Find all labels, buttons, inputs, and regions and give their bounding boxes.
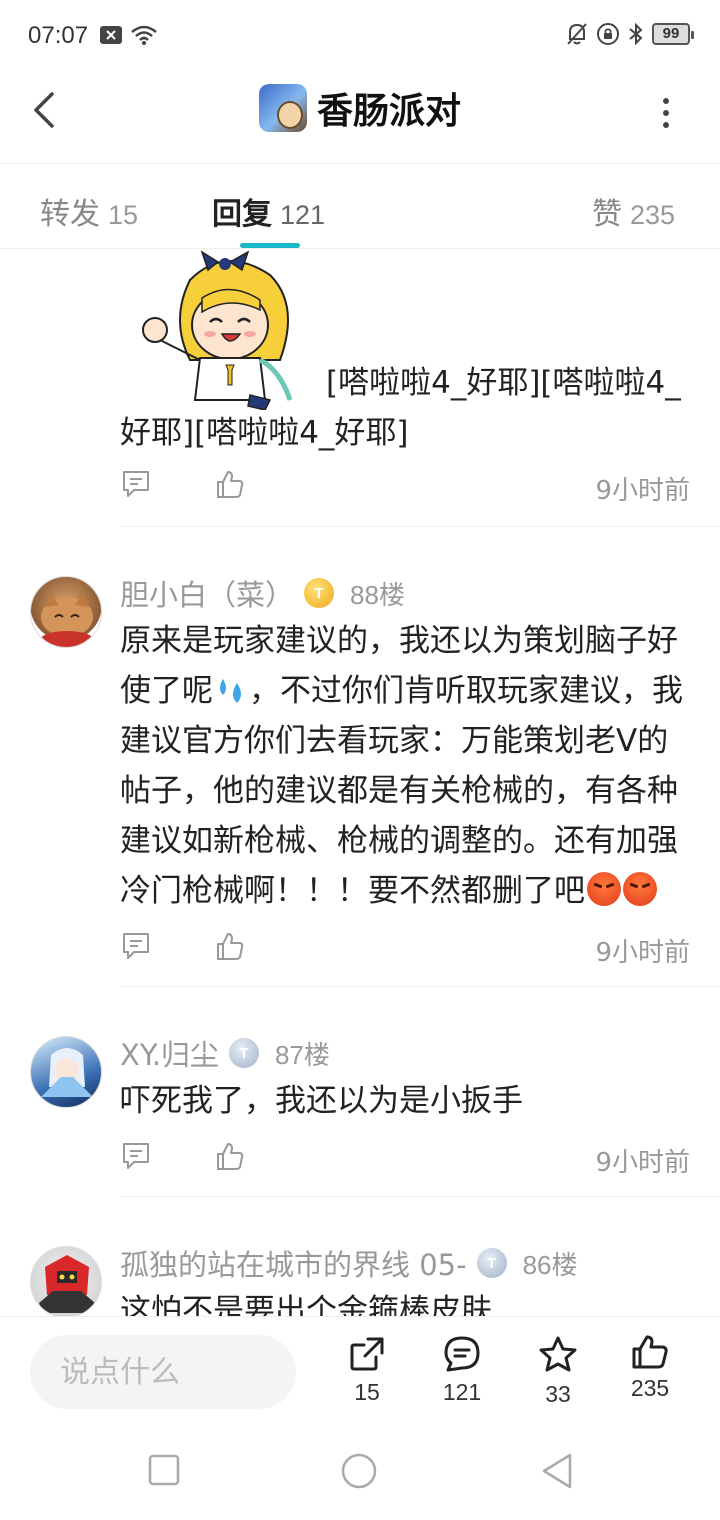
favorite-count: 33 — [545, 1381, 571, 1407]
mute-bell-icon — [567, 23, 587, 45]
notification-x-icon — [100, 26, 122, 44]
divider — [120, 1196, 720, 1197]
cat-avatar-icon — [41, 593, 93, 647]
recent-apps-icon[interactable] — [148, 1454, 180, 1486]
star-icon — [539, 1336, 577, 1372]
username[interactable]: XY.归尘 — [120, 1032, 219, 1074]
comment-input[interactable] — [30, 1335, 296, 1409]
back-triangle-icon[interactable] — [540, 1452, 574, 1490]
like-icon[interactable] — [214, 930, 246, 962]
like-icon[interactable] — [214, 468, 246, 500]
avatar[interactable] — [30, 1246, 102, 1316]
angry-face-emoji-icon — [623, 872, 657, 906]
level-badge-icon: T — [228, 1038, 259, 1068]
comment-bubble-icon — [444, 1336, 480, 1372]
tab-replies-label: 回复 — [212, 197, 272, 232]
anime-character-avatar-icon — [41, 1048, 93, 1097]
comment-icon[interactable] — [120, 1140, 152, 1172]
floor-number: 86楼 — [522, 1249, 578, 1280]
username[interactable]: 孤独的站在城市的界线 05- — [120, 1242, 467, 1284]
tab-repost-count: 15 — [108, 200, 139, 230]
home-icon[interactable] — [340, 1452, 378, 1490]
like-button[interactable]: 235 — [615, 1335, 685, 1402]
floor-number: 88楼 — [350, 579, 405, 610]
avatar[interactable] — [30, 576, 102, 648]
level-badge-icon: T — [476, 1248, 507, 1278]
tab-likes[interactable]: 赞 235 — [592, 189, 675, 233]
bluetooth-icon — [629, 22, 643, 46]
tab-replies[interactable]: 回复 121 — [212, 189, 325, 233]
system-navigation-bar — [0, 1428, 720, 1520]
tab-likes-count: 235 — [630, 200, 676, 230]
tab-repost[interactable]: 转发 15 — [40, 189, 138, 233]
angry-face-emoji-icon — [587, 872, 621, 906]
battery-indicator: 99 — [652, 23, 694, 45]
reply-text: [嗒啦啦4_好耶][嗒啦啦4_好耶][嗒啦啦4_好耶] — [120, 365, 681, 451]
reply-timestamp: 9小时前 — [595, 1148, 690, 1178]
share-count: 15 — [354, 1379, 380, 1405]
comment-count: 121 — [442, 1379, 482, 1405]
reply-timestamp: 9小时前 — [595, 476, 690, 506]
wifi-icon — [131, 25, 157, 45]
divider — [120, 526, 720, 527]
avatar[interactable] — [30, 1036, 102, 1108]
reply-actions: 9小时前 — [120, 468, 690, 508]
status-bar: 07:07 99 — [0, 0, 720, 72]
active-tab-indicator — [240, 243, 300, 248]
share-icon — [350, 1337, 384, 1371]
reply-list[interactable]: [嗒啦啦4_好耶][嗒啦啦4_好耶][嗒啦啦4_好耶] 9小时前 胆小白（菜） … — [0, 250, 720, 1316]
reply-timestamp: 9小时前 — [595, 938, 690, 968]
top-app-bar: 香肠派对 — [0, 72, 720, 164]
reply-actions: 9小时前 — [120, 1140, 690, 1180]
game-app-icon — [258, 84, 307, 132]
bottom-action-bar: 15 121 33 235 — [0, 1316, 720, 1428]
more-options-button[interactable] — [658, 98, 674, 128]
reply-text: 吓死我了，我还以为是小扳手 — [120, 1083, 523, 1119]
tab-bar: 转发 15 回复 121 赞 235 — [0, 165, 720, 249]
favorite-button[interactable]: 33 — [523, 1335, 593, 1408]
level-badge-icon: T — [304, 578, 335, 608]
username[interactable]: 胆小白（菜） — [120, 572, 294, 614]
divider — [120, 986, 720, 987]
like-count: 235 — [630, 1375, 670, 1401]
robot-avatar-icon — [39, 1255, 95, 1313]
like-icon[interactable] — [214, 1140, 246, 1172]
share-button[interactable]: 15 — [332, 1335, 402, 1406]
thumbs-up-icon — [632, 1335, 668, 1369]
comment-icon[interactable] — [120, 930, 152, 962]
tab-replies-count: 121 — [280, 200, 326, 230]
reply-text: 这怕不是要出个金箍棒皮肤 — [120, 1293, 492, 1316]
floor-number: 87楼 — [274, 1039, 330, 1070]
reply-text: 原来是玩家建议的，我还以为策划脑子好使了呢 ，不过你们肯听取玩家建议，我建议官方你… — [120, 623, 683, 909]
sweat-drops-emoji-icon — [220, 679, 241, 703]
comment-icon[interactable] — [120, 468, 152, 500]
tab-repost-label: 转发 — [40, 197, 100, 232]
lock-rotation-icon — [597, 23, 619, 45]
reply-actions: 9小时前 — [120, 930, 690, 970]
comment-button[interactable]: 121 — [427, 1335, 497, 1406]
tab-likes-label: 赞 — [592, 197, 622, 232]
page-title: 香肠派对 — [316, 91, 461, 132]
status-time: 07:07 — [28, 22, 89, 49]
